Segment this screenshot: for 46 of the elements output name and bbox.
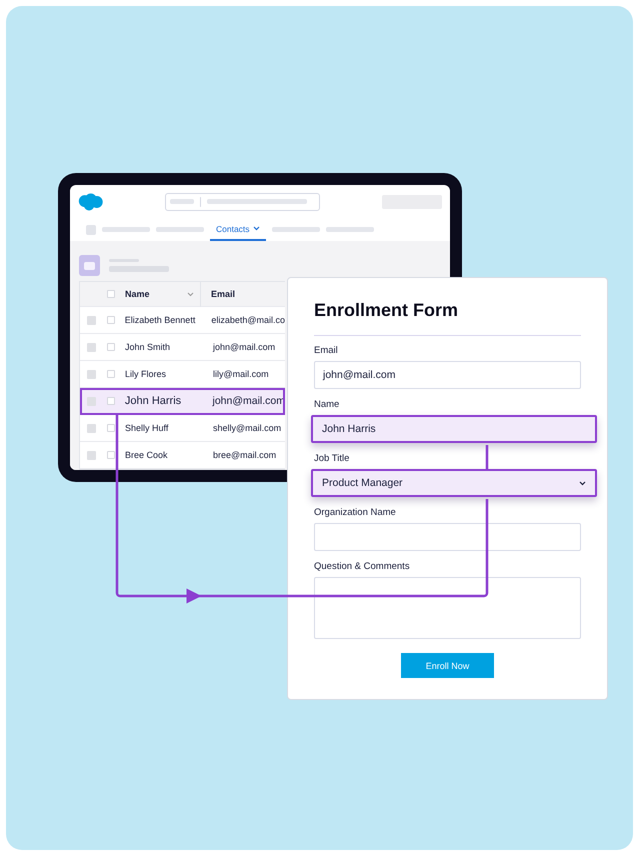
table-cell-text: Elizabeth Bennett [124,315,196,325]
field-label: Organization Name [314,507,396,518]
field-label: Name [314,399,340,410]
checkbox[interactable] [107,290,115,298]
field-label: Job Title [314,453,350,464]
checkbox[interactable] [107,451,115,459]
field-label: Question & Comments [314,561,410,572]
chevron-down-icon [187,292,194,296]
table-cell: shelly@mail.com [213,423,282,433]
cloud-logo-icon [78,192,103,212]
placeholder-icon [86,224,96,234]
connector-line [486,445,488,470]
record-icon [79,255,100,276]
table-cell-text: Lily Flores [125,369,168,379]
table-cell: john@mail.com [212,395,285,407]
row-handle-icon [87,342,96,352]
checkbox[interactable] [106,397,115,405]
checkbox[interactable] [106,316,115,324]
row-handle-icon [87,316,96,324]
table-cell: john@mail.com [213,342,276,352]
table-cell: lily@mail.com [213,369,269,379]
checkbox[interactable] [107,370,115,378]
row-handle-icon [87,370,96,378]
table-cell-text: Bree Cook [125,450,169,460]
input-field[interactable]: John Harris [311,415,597,443]
column-header[interactable]: Name [125,289,187,299]
input-field[interactable] [314,523,581,551]
row-handle-icon [87,424,96,432]
table-cell-text: John Smith [125,342,172,352]
table-cell: bree@mail.com [213,450,276,460]
field-label: Email [314,345,338,356]
table-cell: elizabeth@mail.co [211,315,286,325]
form-title: Enrollment Form [314,300,460,321]
checkbox[interactable] [107,343,115,351]
column-header[interactable]: Email [211,289,236,299]
checkbox[interactable] [107,424,115,432]
search-field[interactable] [164,192,320,210]
table-row[interactable]: John Harris john@mail.com [80,388,285,415]
row-handle-icon [87,450,96,460]
chevron-down-icon [252,226,260,231]
table-cell-text: Shelly Huff [125,423,170,433]
table-cell-text: John Harris [124,395,182,407]
input-field[interactable]: john@mail.com [314,361,581,389]
select-field[interactable]: Product Manager [311,469,597,497]
textarea-field[interactable] [314,577,581,639]
chevron-down-icon [579,480,586,486]
